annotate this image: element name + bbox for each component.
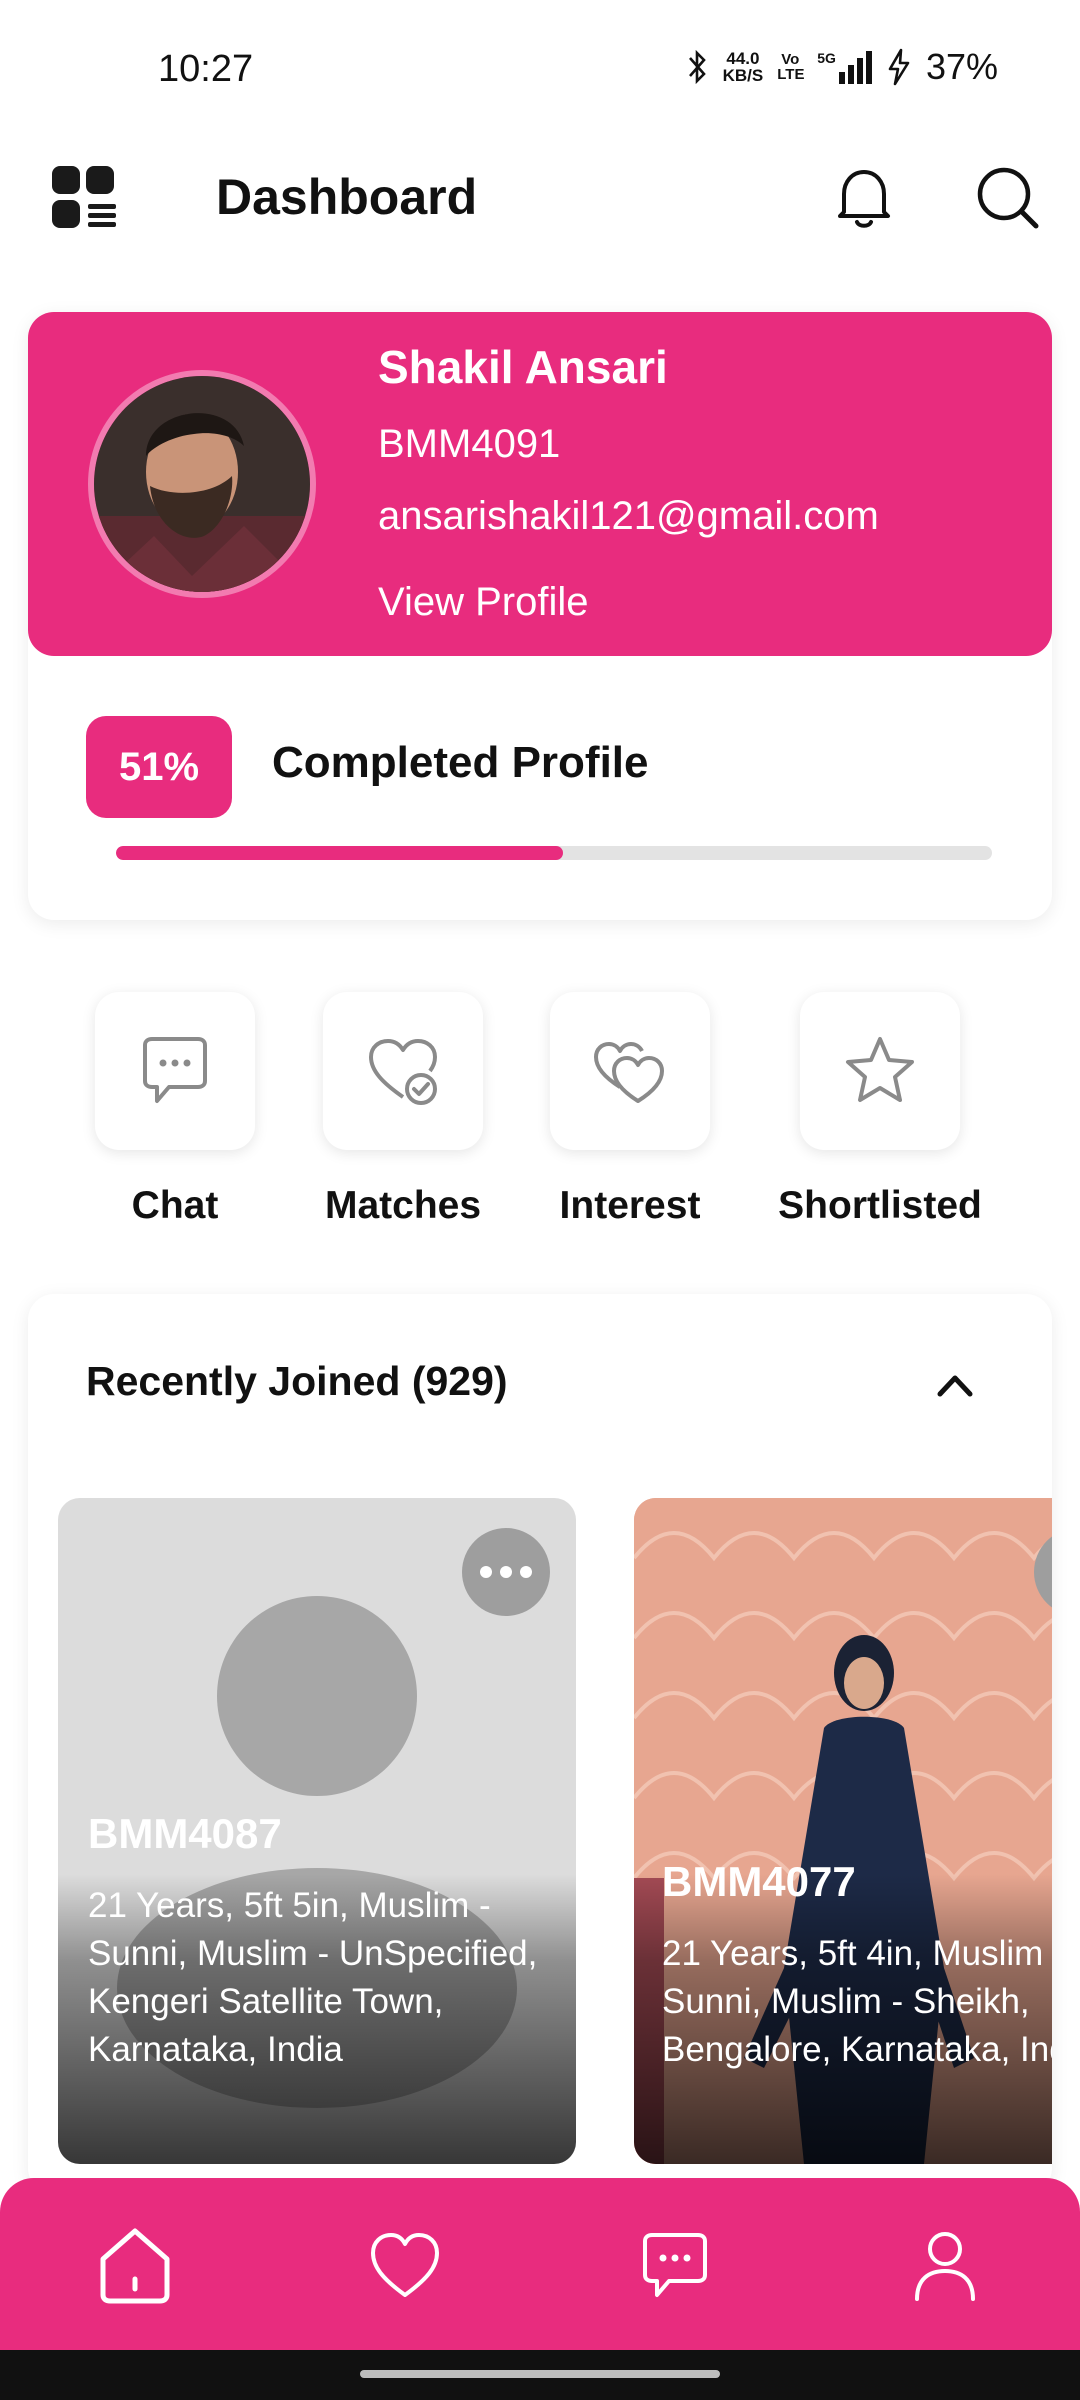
member-card[interactable]: BMM4077 21 Years, 5ft 4in, Muslim - Sunn…: [634, 1498, 1052, 2164]
chat-action-label[interactable]: Chat: [45, 1184, 305, 1228]
network-type: 5G: [817, 50, 836, 66]
completed-profile-label: Completed Profile: [272, 738, 649, 787]
net-speed-unit: KB/S: [722, 66, 764, 85]
home-icon: [100, 2228, 170, 2304]
net-speed: 44.0 KB/S: [723, 50, 764, 84]
more-dots-icon: [480, 1566, 532, 1578]
view-profile-link[interactable]: View Profile: [378, 580, 588, 625]
nav-messages-button[interactable]: [630, 2220, 720, 2310]
progress-fill: [116, 846, 563, 860]
chat-action-button[interactable]: [95, 992, 255, 1150]
profile-member-id: BMM4091: [378, 422, 561, 466]
recently-joined-title: Recently Joined (929): [86, 1358, 508, 1404]
shortlisted-action-button[interactable]: [800, 992, 960, 1150]
signal-indicator: 5G: [817, 50, 872, 84]
shortlisted-action-label[interactable]: Shortlisted: [750, 1184, 1010, 1228]
signal-bar-icon: [865, 51, 872, 84]
interest-action-button[interactable]: [550, 992, 710, 1150]
chevron-up-icon[interactable]: [930, 1360, 980, 1410]
page-title: Dashboard: [216, 169, 478, 225]
matches-action-label[interactable]: Matches: [273, 1184, 533, 1228]
bluetooth-icon: [688, 49, 706, 85]
heart-icon: [371, 2233, 439, 2297]
signal-bar-icon: [847, 65, 854, 84]
member-description: 21 Years, 5ft 5in, Muslim - Sunni, Musli…: [88, 1886, 538, 2069]
avatar[interactable]: [88, 370, 316, 598]
chat-icon: [643, 2233, 707, 2297]
interest-action-label[interactable]: Interest: [500, 1184, 760, 1228]
chat-bubble-icon: [143, 1037, 207, 1103]
status-time: 10:27: [158, 48, 254, 90]
profile-email: ansarishakil121@gmail.com: [378, 494, 879, 538]
member-id: BMM4087: [88, 1810, 282, 1857]
gesture-handle[interactable]: [360, 2370, 720, 2378]
star-icon: [846, 1037, 914, 1102]
notification-bell-icon[interactable]: [832, 164, 896, 232]
more-options-button[interactable]: [462, 1528, 550, 1616]
completion-percent-badge: 51%: [86, 716, 232, 818]
search-icon[interactable]: [976, 164, 1040, 232]
heart-check-icon: [369, 1039, 437, 1105]
battery-level: 37%: [925, 46, 998, 87]
matches-action-button[interactable]: [323, 992, 483, 1150]
nav-home-button[interactable]: [90, 2220, 180, 2310]
menu-grid-icon[interactable]: [50, 164, 118, 232]
user-icon: [915, 2232, 975, 2301]
member-description: 21 Years, 5ft 4in, Muslim - Sunni, Musli…: [662, 1934, 1052, 2069]
status-icons: 44.0 KB/S Vo LTE 5G 37%: [687, 46, 998, 88]
volte-label: Vo LTE: [777, 51, 805, 83]
double-heart-icon: [594, 1042, 664, 1103]
profile-progress-bar: [116, 846, 992, 860]
member-card[interactable]: BMM4087 21 Years, 5ft 5in, Muslim - Sunn…: [58, 1498, 576, 2164]
profile-name: Shakil Ansari: [378, 341, 668, 393]
charging-bolt-icon: [888, 48, 910, 86]
signal-bar-icon: [856, 58, 863, 84]
nav-profile-button[interactable]: [900, 2220, 990, 2310]
member-id: BMM4077: [662, 1858, 856, 1905]
nav-favorites-button[interactable]: [360, 2220, 450, 2310]
signal-bar-icon: [838, 72, 845, 84]
net-speed-value: 44.0: [726, 49, 760, 68]
